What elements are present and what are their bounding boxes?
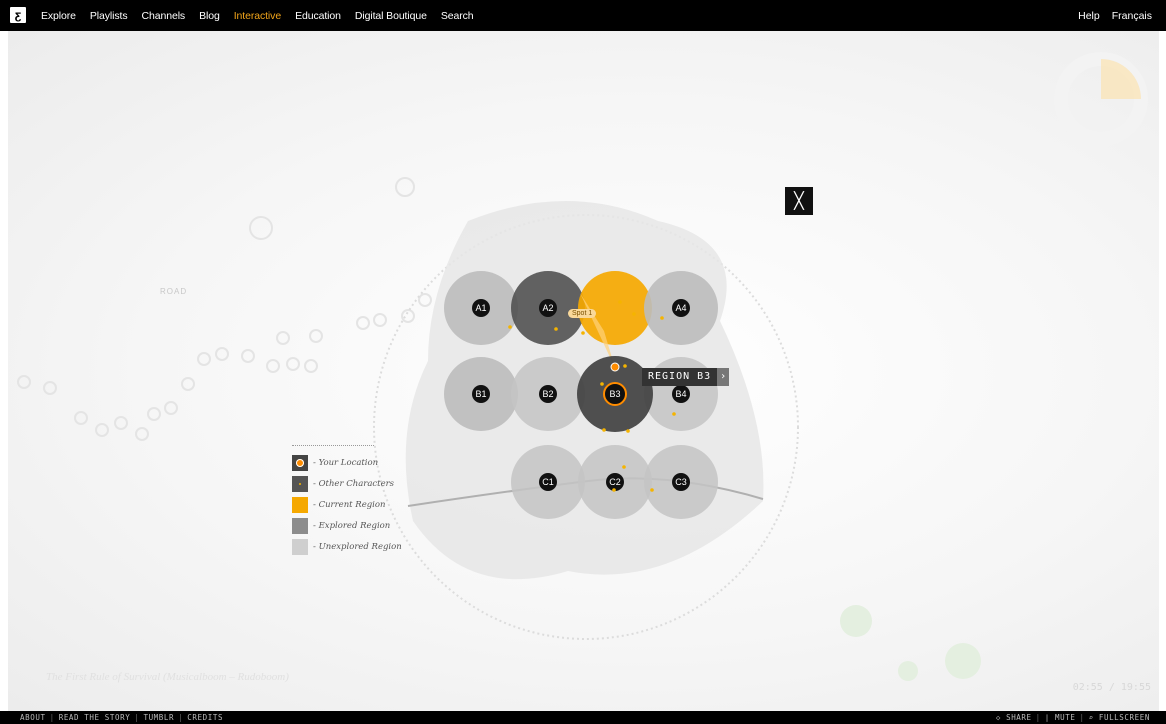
unexplored-region-swatch-icon [292, 538, 308, 555]
your-location-marker [610, 362, 620, 372]
legend-row: - Other Characters [292, 473, 394, 494]
current-region-swatch-icon [292, 496, 308, 513]
legend-label: - Other Characters [313, 478, 395, 489]
chevron-right-icon[interactable]: › [717, 368, 730, 386]
mute-button[interactable]: ∣ MUTE [1045, 713, 1076, 722]
explored-region-swatch-icon [292, 517, 308, 534]
legend-label: - Unexplored Region [313, 541, 402, 552]
region-tooltip[interactable]: REGION B3 › [642, 368, 730, 386]
region-label-a2: A2 [542, 303, 553, 313]
decor-blob [898, 661, 918, 681]
track-title: The First Rule of Survival (Musicalboom … [46, 671, 289, 683]
interactive-stage: A1 A2 A4 B1 B2 B3 B4 C1 C2 C3 ROAD Spot … [8, 31, 1159, 711]
nav-item-education[interactable]: Education [295, 10, 341, 22]
region-label-c1: C1 [542, 477, 554, 487]
region-label-a1: A1 [475, 303, 486, 313]
nav-item-playlists[interactable]: Playlists [90, 10, 128, 22]
legend-row: - Current Region [292, 494, 385, 515]
footer-right: ◇ SHARE | ∣ MUTE | ⌕ FULLSCREEN [995, 713, 1150, 722]
minimap-segment [1101, 59, 1141, 99]
nav-item-blog[interactable]: Blog [199, 10, 220, 22]
nav-item-interactive[interactable]: Interactive [234, 10, 281, 22]
main-nav: Explore Playlists Channels Blog Interact… [41, 0, 474, 31]
footer-link-about[interactable]: ABOUT [20, 713, 46, 722]
footer-link-credits[interactable]: CREDITS [187, 713, 223, 722]
region-label-b2: B2 [542, 389, 553, 399]
region-label-a4: A4 [675, 303, 686, 313]
nav-item-channels[interactable]: Channels [142, 10, 186, 22]
nav-item-digital-boutique[interactable]: Digital Boutique [355, 10, 427, 22]
close-icon[interactable]: ╳ [785, 187, 813, 215]
map-legend: - Your Location - Other Characters - Cur… [292, 445, 402, 557]
nav-item-help[interactable]: Help [1078, 10, 1100, 22]
legend-label: - Explored Region [313, 520, 391, 531]
fullscreen-button[interactable]: ⌕ FULLSCREEN [1089, 713, 1150, 722]
region-label-b3: B3 [609, 389, 620, 399]
region-label-b1: B1 [475, 389, 486, 399]
region-label-c3: C3 [675, 477, 687, 487]
nav-item-explore[interactable]: Explore [41, 10, 76, 22]
footer-link-tumblr[interactable]: TUMBLR [143, 713, 174, 722]
background-trail [17, 177, 432, 441]
nav-item-language[interactable]: Français [1112, 10, 1152, 22]
footer-bar: ABOUT | READ THE STORY | TUMBLR | CREDITS ◇… [0, 711, 1166, 724]
legend-row: - Unexplored Region [292, 536, 402, 557]
map-canvas: A1 A2 A4 B1 B2 B3 B4 C1 C2 C3 ROAD [17, 52, 1148, 681]
legend-row: - Your Location [292, 452, 378, 473]
road-label: ROAD [160, 287, 187, 296]
nav-item-search[interactable]: Search [441, 10, 474, 22]
legend-label: - Your Location [313, 457, 379, 468]
legend-row: - Explored Region [292, 515, 390, 536]
share-button[interactable]: ◇ SHARE [996, 713, 1032, 722]
decor-blob [840, 605, 872, 637]
nav-right: Help Français [1078, 0, 1152, 31]
your-location-swatch-icon [292, 454, 308, 471]
other-characters-swatch-icon [292, 475, 308, 492]
decor-blob [945, 643, 981, 679]
legend-divider [292, 445, 374, 446]
region-label-c2: C2 [609, 477, 621, 487]
top-nav-bar: ƹ Explore Playlists Channels Blog Intera… [0, 0, 1166, 31]
footer-link-read-story[interactable]: READ THE STORY [59, 713, 131, 722]
spot-tag: Spot 1 [568, 309, 597, 318]
footer-left: ABOUT | READ THE STORY | TUMBLR | CREDITS [20, 713, 224, 722]
site-logo-icon[interactable]: ƹ [10, 7, 26, 23]
legend-label: - Current Region [313, 499, 386, 510]
region-label-b4: B4 [675, 389, 686, 399]
playback-timer: 02:55 / 19:55 [1072, 682, 1151, 693]
region-tooltip-label: REGION B3 [642, 368, 718, 386]
